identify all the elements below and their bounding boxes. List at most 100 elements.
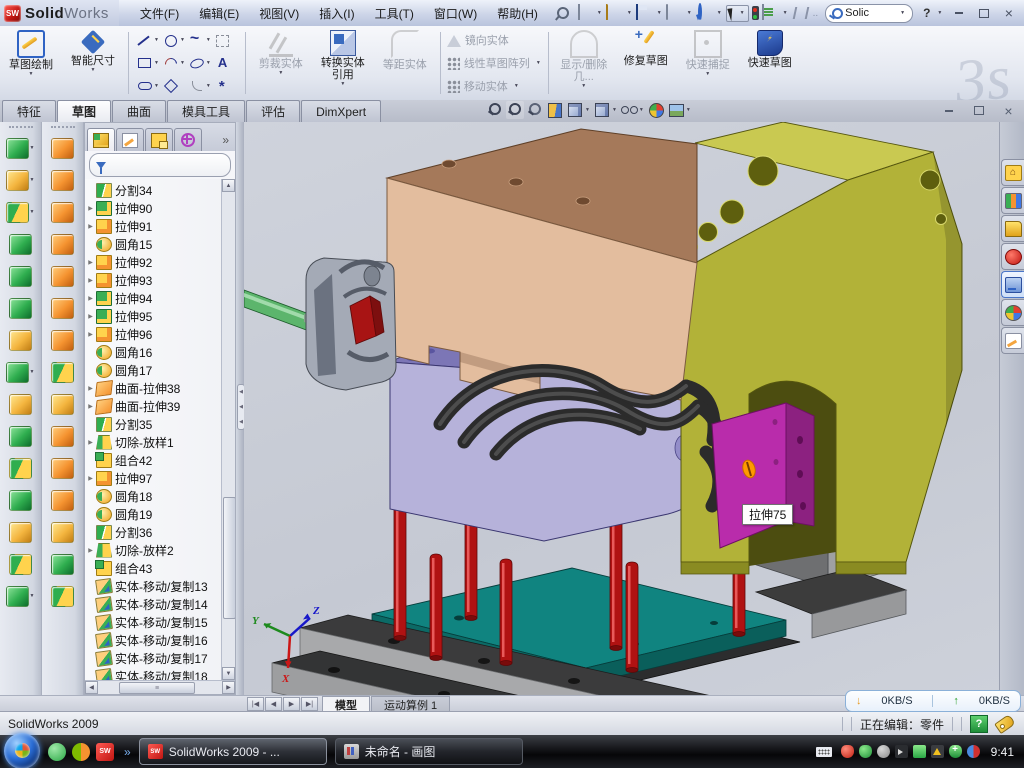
- doc-nav-3[interactable]: ▶|: [301, 697, 318, 711]
- tree-item-8[interactable]: ▶拉伸96: [85, 325, 222, 343]
- dropdown-caret-icon[interactable]: ▼: [30, 177, 35, 183]
- menu-item-2[interactable]: 视图(V): [250, 2, 308, 25]
- tray-security-red-icon[interactable]: [841, 745, 854, 758]
- menu-item-6[interactable]: 帮助(H): [488, 2, 547, 25]
- menu-item-1[interactable]: 编辑(E): [190, 2, 248, 25]
- sketch-entity-polygon[interactable]: [161, 74, 187, 97]
- select-tool-button[interactable]: ▼: [726, 5, 749, 22]
- dropdown-caret-icon[interactable]: ▼: [206, 37, 211, 43]
- doc-nav-0[interactable]: |◀: [247, 697, 264, 711]
- tab-3[interactable]: 模具工具: [167, 100, 245, 122]
- toolbar-button-boundary-boss[interactable]: [9, 260, 32, 292]
- tree-item-15[interactable]: 组合42: [85, 451, 222, 469]
- toolbar-button-rib[interactable]: [9, 420, 32, 452]
- quick-launch-messenger[interactable]: [48, 743, 66, 761]
- doc-tab-1[interactable]: 运动算例 1: [371, 696, 450, 712]
- menu-item-3[interactable]: 插入(I): [310, 2, 363, 25]
- task-pane-tab-appearances[interactable]: [1001, 299, 1024, 326]
- task-pane-tab-home[interactable]: ⌂: [1001, 159, 1024, 186]
- hud-scene-button[interactable]: ▼: [667, 101, 692, 119]
- toolbar-button-mirror-feature[interactable]: [9, 516, 32, 548]
- dropdown-caret-icon[interactable]: ▼: [717, 10, 722, 16]
- task-pane-tab-toolbox[interactable]: [1001, 243, 1024, 270]
- tree-vertical-scrollbar[interactable]: ▲ ▼: [221, 179, 235, 680]
- dropdown-caret-icon[interactable]: ▼: [783, 10, 788, 16]
- toolbar-button-delete-body[interactable]: [51, 484, 74, 516]
- dropdown-caret-icon[interactable]: ▼: [180, 60, 185, 66]
- task-button-0[interactable]: SWSolidWorks 2009 - ...: [139, 738, 327, 765]
- start-button[interactable]: [4, 733, 40, 768]
- restore-button[interactable]: [974, 6, 993, 21]
- tray-security-green-icon[interactable]: [859, 745, 872, 758]
- tab-2[interactable]: 曲面: [112, 100, 166, 122]
- toolbar-drag-handle[interactable]: [9, 126, 33, 128]
- doc-tab-0[interactable]: 模型: [322, 696, 370, 712]
- tab-5[interactable]: DimXpert: [301, 100, 381, 122]
- tree-item-23[interactable]: 实体-移动/复制14: [85, 595, 222, 613]
- save-icon[interactable]: [636, 4, 638, 20]
- doc-minimize-button[interactable]: [939, 103, 958, 118]
- tree-item-4[interactable]: ▶拉伸92: [85, 253, 222, 271]
- expand-arrow-icon[interactable]: ▶: [85, 331, 96, 338]
- tree-item-24[interactable]: 实体-移动/复制15: [85, 613, 222, 631]
- tree-horizontal-scrollbar[interactable]: ◀ ≡ ▶: [85, 680, 235, 694]
- toolbar-button-dome[interactable]: [51, 196, 74, 228]
- hud-zoom-area-button[interactable]: [506, 101, 524, 119]
- scroll-down-icon[interactable]: ▼: [222, 667, 235, 680]
- hud-appearance-button[interactable]: [647, 101, 665, 119]
- sketch-entity-spline[interactable]: ▼: [187, 29, 213, 52]
- tree-item-0[interactable]: 分割34: [85, 181, 222, 199]
- doc-restore-button[interactable]: [969, 103, 988, 118]
- dropdown-caret-icon[interactable]: ▼: [206, 83, 211, 89]
- quick-launch-chevron-icon[interactable]: »: [124, 745, 131, 759]
- task-button-1[interactable]: 未命名 - 画图: [335, 738, 523, 765]
- tree-item-19[interactable]: 分割36: [85, 523, 222, 541]
- toolbar-button-bend[interactable]: [51, 452, 74, 484]
- sketch-entity-circle[interactable]: ▼: [161, 29, 187, 52]
- toolbar-button-draft[interactable]: [9, 452, 32, 484]
- tab-0[interactable]: 特征: [2, 100, 56, 122]
- tree-item-27[interactable]: 实体-移动/复制18: [85, 667, 222, 680]
- task-pane-tab-custom-properties[interactable]: [1001, 327, 1024, 354]
- scroll-left-icon[interactable]: ◀: [85, 681, 98, 694]
- scroll-right-icon[interactable]: ▶: [222, 681, 235, 694]
- sketch-entity-box-select[interactable]: [213, 29, 239, 52]
- dropdown-caret-icon[interactable]: ▼: [30, 369, 35, 375]
- cm-button-sketch-pencil[interactable]: 草图绘制▼: [0, 26, 62, 100]
- tray-sync-icon[interactable]: [967, 745, 980, 758]
- cm-button-smart-dimension[interactable]: 智能尺寸▼: [62, 26, 124, 100]
- taskbar-clock[interactable]: 9:41: [991, 745, 1014, 759]
- expand-arrow-icon[interactable]: ▶: [85, 223, 96, 230]
- part-clamp-gray[interactable]: [306, 258, 396, 390]
- doc-nav-2[interactable]: ▶: [283, 697, 300, 711]
- scroll-up-icon[interactable]: ▲: [222, 179, 235, 192]
- toolbar-button-thicken[interactable]: [51, 356, 74, 388]
- tree-item-7[interactable]: ▶拉伸95: [85, 307, 222, 325]
- cm-button-repair-sketch[interactable]: 修复草图: [615, 26, 677, 100]
- 3d-model-exploded-view[interactable]: Y Z X: [244, 122, 1000, 695]
- dropdown-caret-icon[interactable]: ▼: [29, 71, 34, 77]
- sketch-entity-point[interactable]: [213, 74, 239, 97]
- tags-icon[interactable]: [994, 714, 1016, 734]
- tree-item-6[interactable]: ▶拉伸94: [85, 289, 222, 307]
- tree-item-21[interactable]: 组合43: [85, 559, 222, 577]
- print-icon[interactable]: [666, 4, 668, 20]
- graphics-area[interactable]: Y Z X 拉伸75: [244, 122, 1000, 695]
- dropdown-caret-icon[interactable]: ▼: [597, 10, 602, 16]
- menu-item-5[interactable]: 窗口(W): [425, 2, 486, 25]
- help-button[interactable]: ?: [920, 6, 933, 20]
- dropdown-caret-icon[interactable]: ▼: [627, 10, 632, 16]
- search-caret-icon[interactable]: ▼: [900, 10, 905, 16]
- tree-item-16[interactable]: ▶拉伸97: [85, 469, 222, 487]
- dropdown-caret-icon[interactable]: ▼: [30, 593, 35, 599]
- toolbar-button-move-face[interactable]: [51, 388, 74, 420]
- dropdown-caret-icon[interactable]: ▼: [585, 107, 590, 113]
- quick-launch-app-orange[interactable]: [72, 743, 90, 761]
- new-document-icon[interactable]: [578, 4, 580, 20]
- dropdown-caret-icon[interactable]: ▼: [686, 107, 691, 113]
- hud-section-view-button[interactable]: [546, 101, 564, 119]
- tree-item-12[interactable]: ▶曲面-拉伸39: [85, 397, 222, 415]
- toolbar-button-linear-pattern[interactable]: ▼: [6, 356, 36, 388]
- tab-featuremanager[interactable]: [87, 128, 115, 151]
- pin-icon[interactable]: [554, 5, 571, 22]
